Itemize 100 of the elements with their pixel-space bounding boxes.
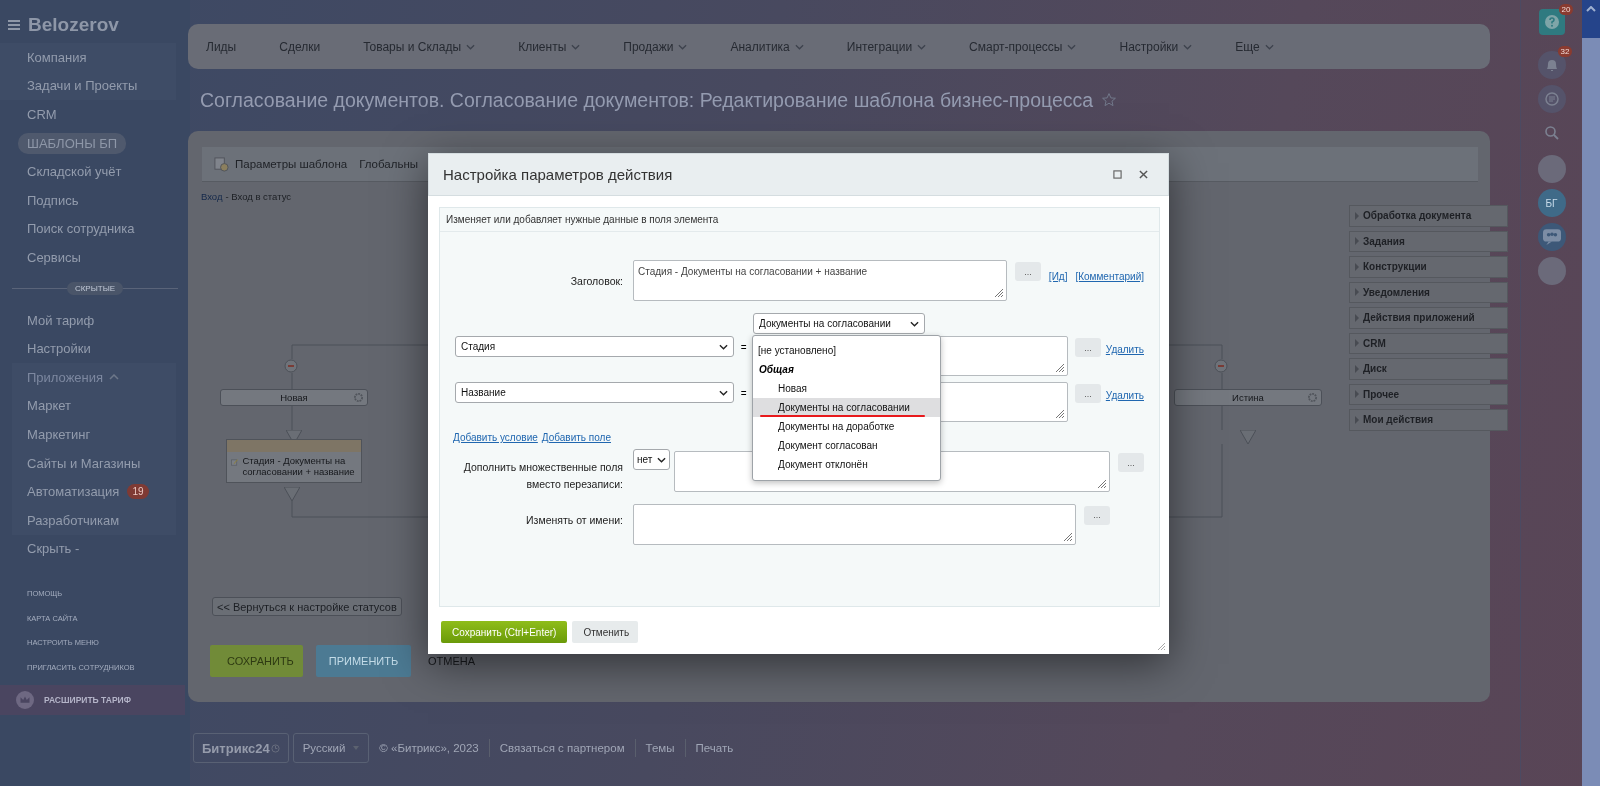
footer-link[interactable]: Темы <box>645 742 675 754</box>
cancel-button[interactable]: Отменить <box>572 621 639 643</box>
toolbar-tab[interactable]: Глобальны <box>359 158 419 170</box>
category-item[interactable]: Диск <box>1349 358 1508 380</box>
sidebar-item[interactable]: Сервисы <box>27 249 81 265</box>
sidebar-item[interactable]: Настройки <box>27 341 91 357</box>
category-item[interactable]: Обработка документа <box>1349 205 1508 227</box>
sidebar-group[interactable]: Приложения <box>27 369 120 385</box>
branch-node[interactable]: Новая <box>220 389 368 406</box>
caret-up-icon[interactable] <box>1586 6 1596 12</box>
sidebar-item[interactable]: Мой тариф <box>27 312 95 328</box>
footer-logo[interactable]: Битрикс24 <box>193 733 289 763</box>
upgrade-button[interactable]: РАСШИРИТЬ ТАРИФ <box>0 684 185 715</box>
sidebar-item[interactable]: Маркетинг <box>27 426 91 442</box>
action-button[interactable]: ПРИМЕНИТЬ <box>316 645 411 677</box>
breadcrumb-link[interactable]: Вход <box>201 191 223 202</box>
menu-item[interactable]: Лиды <box>206 39 237 54</box>
cancel-link[interactable]: ОТМЕНА <box>424 645 480 677</box>
dropdown-option[interactable]: Документы на доработке <box>753 417 940 436</box>
menu-item[interactable]: Товары и Склады <box>363 39 476 54</box>
resize-grip-icon[interactable] <box>1156 641 1166 651</box>
add-link[interactable]: Добавить условие <box>453 432 538 443</box>
resize-grip-icon[interactable] <box>1063 531 1073 542</box>
sidebar-item[interactable]: ШАБЛОНЫ БП <box>18 132 127 154</box>
sidebar-item[interactable]: Подпись <box>27 192 79 208</box>
sidebar-item[interactable]: Маркет <box>27 398 72 414</box>
field-label: Изменять от имени: <box>525 512 623 528</box>
menu-item[interactable]: Продажи <box>623 39 688 54</box>
remove-icon[interactable] <box>284 359 298 373</box>
close-icon[interactable] <box>1139 170 1148 179</box>
menu-item[interactable]: Еще <box>1235 39 1274 54</box>
menu-item[interactable]: Аналитика <box>730 39 804 54</box>
yes-no-select[interactable]: нет <box>633 449 670 470</box>
dropdown-option[interactable]: [не установлено] <box>753 341 940 360</box>
footer-link[interactable]: Печать <box>695 742 734 754</box>
back-button[interactable]: << Вернуться к настройке статусов <box>212 597 402 616</box>
value-textarea[interactable] <box>633 503 1076 545</box>
avatar[interactable]: БГ <box>1537 189 1566 217</box>
title-textarea[interactable]: Стадия - Документы на согласовании + название <box>633 260 1008 301</box>
resize-grip-icon[interactable] <box>1055 409 1065 419</box>
field-select[interactable]: Стадия <box>455 336 735 357</box>
chat-button[interactable] <box>1537 85 1566 113</box>
insert-button[interactable]: ... <box>1075 338 1101 357</box>
avatar[interactable] <box>1537 155 1566 183</box>
sidebar-item[interactable]: CRM <box>27 107 57 122</box>
menu-item[interactable]: Сделки <box>279 39 321 54</box>
resize-grip-icon[interactable] <box>994 288 1005 298</box>
sidebar-item[interactable]: Автоматизация <box>27 484 120 500</box>
category-item[interactable]: Уведомления <box>1349 281 1508 303</box>
insert-button[interactable]: ... <box>1118 453 1144 472</box>
insert-button[interactable]: ... <box>1084 505 1110 525</box>
group-chat-button[interactable] <box>1537 223 1566 251</box>
search-icon[interactable] <box>1543 125 1560 141</box>
category-item[interactable]: Прочее <box>1349 383 1508 405</box>
star-icon[interactable] <box>1101 92 1118 108</box>
side-scrollbar[interactable] <box>1582 0 1600 786</box>
menu-item[interactable]: Клиенты <box>518 39 581 54</box>
branch-node[interactable]: Истина <box>1174 389 1322 406</box>
insert-button[interactable]: ... <box>1015 262 1041 281</box>
language-select[interactable]: Русский <box>292 733 370 763</box>
delete-link[interactable]: Удалить <box>1105 390 1144 401</box>
sidebar-item[interactable]: Складской учёт <box>27 164 122 180</box>
category-item[interactable]: Конструкции <box>1349 256 1508 278</box>
sidebar-item[interactable]: Разработчикам <box>27 512 120 528</box>
insert-link[interactable]: [Комментарий] <box>1075 271 1144 282</box>
resize-grip-icon[interactable] <box>1097 479 1107 489</box>
add-link[interactable]: Добавить поле <box>541 432 611 443</box>
save-button[interactable]: Сохранить (Ctrl+Enter) <box>441 621 568 643</box>
category-item[interactable]: Действия приложений <box>1349 307 1508 329</box>
dropdown-option[interactable]: Документ согласован <box>753 436 940 455</box>
value-select[interactable]: Документы на согласовании <box>753 313 925 334</box>
menu-item[interactable]: Смарт-процессы <box>969 39 1077 54</box>
insert-button[interactable]: ... <box>1075 384 1101 403</box>
insert-link[interactable]: [Ид] <box>1048 271 1068 282</box>
sidebar-item[interactable]: Компания <box>27 49 87 65</box>
sidebar-item[interactable]: Сайты и Магазины <box>27 455 141 471</box>
action-card[interactable]: Стадия - Документы на согласовании + название <box>226 439 362 483</box>
dropdown-option[interactable]: Новая <box>753 379 940 398</box>
menu-item[interactable]: Интеграции <box>846 39 927 54</box>
menu-icon[interactable] <box>8 20 20 30</box>
logo[interactable]: Belozerov <box>28 14 119 36</box>
dropdown-option[interactable]: Документы на согласовании <box>753 398 940 417</box>
category-item[interactable]: Мои действия <box>1349 409 1508 431</box>
toolbar-tab[interactable]: Параметры шаблона <box>214 156 348 172</box>
gear-icon[interactable] <box>354 393 363 402</box>
avatar[interactable] <box>1537 257 1566 285</box>
gear-icon[interactable] <box>1308 393 1317 402</box>
action-button[interactable]: СОХРАНИТЬ <box>210 645 303 677</box>
delete-link[interactable]: Удалить <box>1105 344 1144 355</box>
category-item[interactable]: Задания <box>1349 230 1508 252</box>
maximize-icon[interactable] <box>1113 170 1122 179</box>
sidebar-item[interactable]: Скрыть - <box>27 541 80 557</box>
remove-icon[interactable] <box>1214 359 1228 373</box>
sidebar-item[interactable]: Поиск сотрудника <box>27 221 135 237</box>
dropdown-option[interactable]: Документ отклонён <box>753 455 940 474</box>
menu-item[interactable]: Настройки <box>1119 39 1193 54</box>
field-select[interactable]: Название <box>455 382 735 403</box>
footer-link[interactable]: Связаться с партнером <box>499 742 625 754</box>
resize-grip-icon[interactable] <box>1055 363 1065 373</box>
category-item[interactable]: CRM <box>1349 332 1508 354</box>
